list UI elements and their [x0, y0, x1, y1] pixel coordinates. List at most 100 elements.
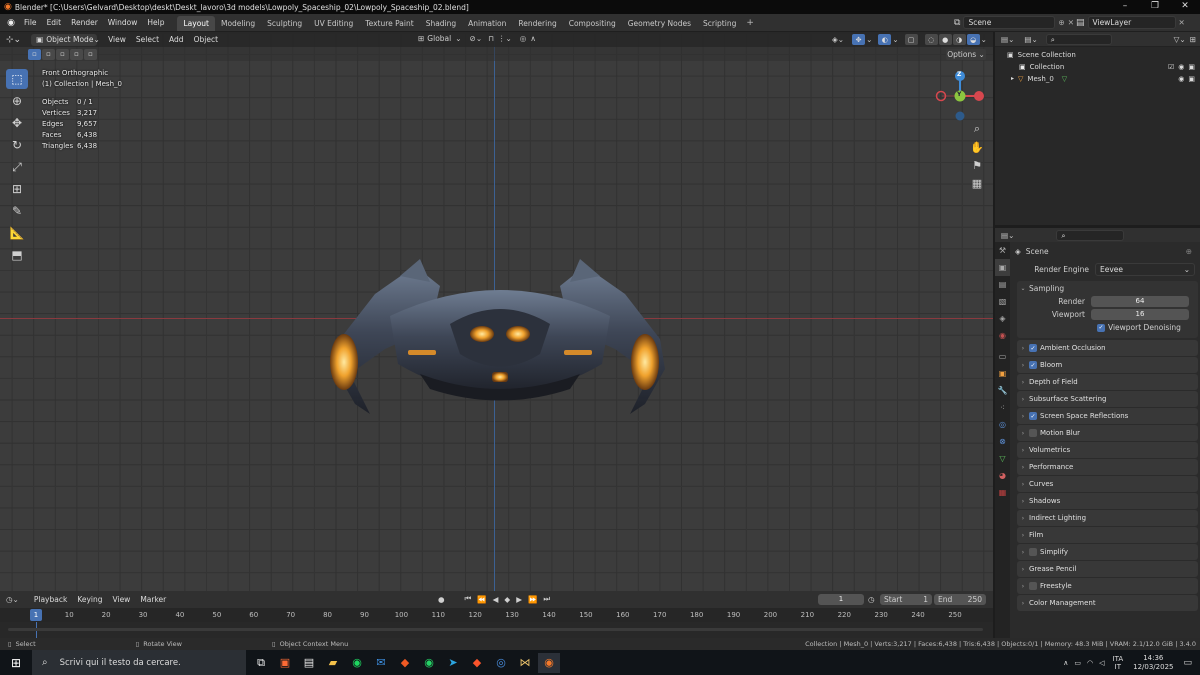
- gizmo-toggle-icon[interactable]: ✥: [852, 34, 866, 45]
- options-dropdown[interactable]: Options ⌄: [946, 49, 986, 60]
- material-tab-icon[interactable]: ◕: [995, 467, 1010, 484]
- annotate-tool-icon[interactable]: ✎: [6, 201, 28, 221]
- spaceship-mesh[interactable]: [320, 254, 680, 414]
- viewport-samples-field[interactable]: 16: [1091, 309, 1189, 320]
- chevron-down-icon[interactable]: ⌄: [981, 35, 987, 44]
- game-app-icon[interactable]: ⋈: [514, 653, 536, 673]
- select-subtract-icon[interactable]: ▫: [56, 48, 69, 60]
- rendered-shading-icon[interactable]: ◒: [966, 34, 980, 45]
- chevron-down-icon[interactable]: ⌄: [866, 35, 872, 44]
- select-new-icon[interactable]: ▫: [28, 48, 41, 60]
- panel-performance[interactable]: › Performance: [1017, 459, 1198, 475]
- tab-texture-paint[interactable]: Texture Paint: [359, 16, 419, 31]
- jump-keyframe-forward-icon[interactable]: ⏩: [528, 595, 537, 604]
- panel-grease-pencil[interactable]: › Grease Pencil: [1017, 561, 1198, 577]
- chevron-down-icon[interactable]: ⌄: [892, 35, 898, 44]
- end-frame-field[interactable]: End 250: [934, 594, 986, 605]
- whatsapp-icon[interactable]: ◉: [418, 653, 440, 673]
- panel-indirect-lighting[interactable]: › Indirect Lighting: [1017, 510, 1198, 526]
- move-tool-icon[interactable]: ✥: [6, 113, 28, 133]
- tab-rendering[interactable]: Rendering: [512, 16, 562, 31]
- menu-render[interactable]: Render: [66, 14, 103, 32]
- play-reverse-icon[interactable]: ◀: [493, 595, 499, 604]
- tab-modeling[interactable]: Modeling: [215, 16, 261, 31]
- scene-tab-icon[interactable]: ◈: [995, 310, 1010, 327]
- outliner-editor-icon[interactable]: ▤⌄: [1001, 35, 1014, 44]
- texture-tab-icon[interactable]: ▦: [995, 484, 1010, 501]
- taskbar-search[interactable]: ⌕ Scrivi qui il testo da cercare.: [32, 650, 246, 675]
- proportional-edit-icon[interactable]: ◎: [520, 34, 527, 43]
- tab-compositing[interactable]: Compositing: [563, 16, 622, 31]
- tab-shading[interactable]: Shading: [420, 16, 462, 31]
- snap-icon[interactable]: ⊓: [488, 34, 494, 43]
- language-indicator[interactable]: ITA IT: [1113, 655, 1124, 671]
- maximize-button[interactable]: ❐: [1140, 0, 1170, 14]
- add-workspace-button[interactable]: +: [742, 18, 758, 28]
- checkbox-checked-icon[interactable]: ✓: [1029, 412, 1037, 420]
- jump-keyframe-icon[interactable]: ◆: [504, 595, 510, 604]
- pan-hand-icon[interactable]: ✋: [968, 138, 986, 156]
- panel-freestyle[interactable]: › Freestyle: [1017, 578, 1198, 594]
- camera-view-icon[interactable]: ⚑: [968, 156, 986, 174]
- jump-keyframe-back-icon[interactable]: ⏪: [477, 595, 486, 604]
- clock[interactable]: 14:36 12/03/2025: [1133, 654, 1173, 672]
- panel-motion-blur[interactable]: › Motion Blur: [1017, 425, 1198, 441]
- mode-selector[interactable]: ▣ Object Mode ⌄: [31, 33, 100, 46]
- menu-window[interactable]: Window: [103, 14, 143, 32]
- timeline-menu-playback[interactable]: Playback: [29, 591, 72, 608]
- panel-shadows[interactable]: › Shadows: [1017, 493, 1198, 509]
- material-shading-icon[interactable]: ◑: [952, 34, 966, 45]
- camera-icon[interactable]: ▣: [1188, 73, 1195, 85]
- snap-target-icon[interactable]: ⋮⌄: [498, 34, 512, 43]
- measure-tool-icon[interactable]: 📐: [6, 223, 28, 243]
- eye-icon[interactable]: ◉: [1178, 73, 1184, 85]
- modifier-tab-icon[interactable]: 🔧: [995, 382, 1010, 399]
- tab-scripting[interactable]: Scripting: [697, 16, 742, 31]
- tab-uv-editing[interactable]: UV Editing: [308, 16, 359, 31]
- blender-taskbar-icon[interactable]: ◉: [538, 652, 560, 673]
- panel-simplify[interactable]: › Simplify: [1017, 544, 1198, 560]
- tab-sculpting[interactable]: Sculpting: [261, 16, 308, 31]
- viewport-menu-add[interactable]: Add: [164, 32, 189, 47]
- transform-tool-icon[interactable]: ⊞: [6, 179, 28, 199]
- filter-icon[interactable]: ▽⌄: [1174, 35, 1186, 44]
- notification-icon[interactable]: ▭: [1183, 658, 1192, 668]
- exclude-checkbox-icon[interactable]: ☑: [1168, 61, 1174, 73]
- 3d-viewport[interactable]: ⊹⌄ ▣ Object Mode ⌄ View Select Add Object ⊞…: [0, 32, 993, 591]
- panel-depth-of-field[interactable]: › Depth of Field: [1017, 374, 1198, 390]
- xray-toggle-icon[interactable]: ▢: [904, 34, 918, 45]
- brave-dev-icon[interactable]: ◆: [466, 653, 488, 673]
- pin-icon[interactable]: ⊕: [1058, 18, 1064, 27]
- checkbox-checked-icon[interactable]: ✓: [1029, 344, 1037, 352]
- panel-ambient-occlusion[interactable]: › ✓ Ambient Occlusion: [1017, 340, 1198, 356]
- cursor-tool-icon[interactable]: ⊕: [6, 91, 28, 111]
- data-tab-icon[interactable]: ▽: [995, 450, 1010, 467]
- select-intersect-icon[interactable]: ▫: [84, 48, 97, 60]
- volume-icon[interactable]: ◁: [1099, 659, 1104, 667]
- blender-menu-icon[interactable]: ◉: [3, 18, 19, 28]
- mesh-row[interactable]: ▸ ▽ Mesh_0 ▽ ◉ ▣: [995, 73, 1200, 85]
- camera-icon[interactable]: ▣: [1188, 61, 1195, 73]
- select-invert-icon[interactable]: ▫: [70, 48, 83, 60]
- sampling-header[interactable]: ⌄ Sampling: [1017, 281, 1198, 295]
- collection-tab-icon[interactable]: ▭: [995, 348, 1010, 365]
- panel-subsurface-scattering[interactable]: › Subsurface Scattering: [1017, 391, 1198, 407]
- panel-screen-space-reflections[interactable]: › ✓ Screen Space Reflections: [1017, 408, 1198, 424]
- display-mode-icon[interactable]: ▤⌄: [1024, 35, 1037, 44]
- panel-bloom[interactable]: › ✓ Bloom: [1017, 357, 1198, 373]
- scale-tool-icon[interactable]: ⤢: [6, 157, 28, 177]
- view-layer-icon[interactable]: ▤: [1076, 18, 1085, 28]
- view-layer-field[interactable]: ViewLayer: [1087, 16, 1176, 29]
- tab-geometry-nodes[interactable]: Geometry Nodes: [622, 16, 697, 31]
- eye-icon[interactable]: ◉: [1178, 61, 1184, 73]
- editor-type-icon[interactable]: ⊹⌄: [6, 35, 21, 45]
- object-tab-icon[interactable]: ▣: [995, 365, 1010, 382]
- brave-browser-icon[interactable]: ◆: [394, 653, 416, 673]
- select-box-tool-icon[interactable]: ⬚: [6, 69, 28, 89]
- menu-file[interactable]: File: [19, 14, 42, 32]
- panel-curves[interactable]: › Curves: [1017, 476, 1198, 492]
- checkbox-unchecked-icon[interactable]: [1029, 429, 1037, 437]
- panel-color-management[interactable]: › Color Management: [1017, 595, 1198, 611]
- zoom-icon[interactable]: ⌕: [968, 120, 986, 138]
- minimize-button[interactable]: –: [1110, 0, 1140, 14]
